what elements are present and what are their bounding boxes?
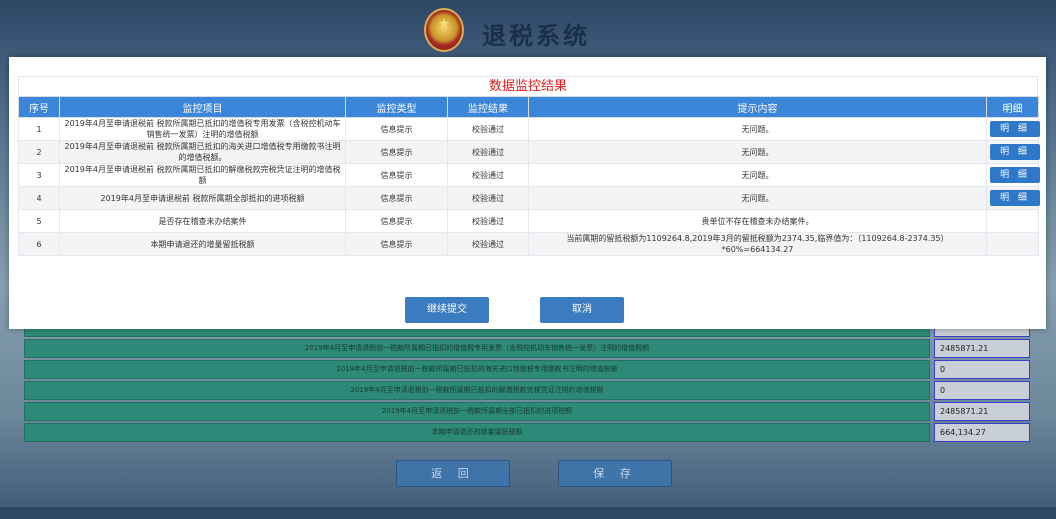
continue-submit-button[interactable]: 继续提交 (405, 297, 489, 323)
table-row: 4 2019年4月至申请退税前 税款所属期全部抵扣的进项税额 信息提示 校验通过… (18, 186, 1040, 210)
row-type: 信息提示 (345, 232, 448, 256)
row-detail-cell: 明 细 (986, 186, 1040, 210)
col-header-type: 监控类型 (345, 96, 448, 118)
row-item: 2019年4月至申请退税前 税款所属期全部抵扣的进项税额 (59, 186, 346, 210)
row-tip: 无问题。 (528, 186, 987, 210)
row-tip: 贵单位不存在稽查未办结案件。 (528, 209, 987, 233)
table-row: 2 2019年4月至申请退税前 税款所属期已抵扣的海关进口增值税专用缴款书注明的… (18, 140, 1040, 164)
row-label: 2019年4月至申请退税前一税款所属期已抵扣的解缴税款完税凭证注明的增值税额 (24, 381, 930, 400)
national-emblem-icon: ★ (424, 8, 464, 52)
monitor-result-dialog: 数据监控结果 序号 监控项目 监控类型 监控结果 提示内容 明细 1 2019年… (9, 57, 1046, 329)
row-item: 2019年4月至申请退税前 税款所属期已抵扣的增值税专用发票（含税控机动车销售统… (59, 117, 346, 141)
col-header-no: 序号 (18, 96, 60, 118)
value-field[interactable]: 2485871.21 (934, 402, 1030, 421)
row-detail-cell: 明 细 (986, 163, 1040, 187)
table-row: 2019年4月至申请退税前一税款所属期已抵扣的解缴税款完税凭证注明的增值税额 0 (24, 381, 1030, 400)
row-detail-cell (986, 209, 1039, 233)
row-no: 6 (18, 232, 60, 256)
row-item: 2019年4月至申请退税前 税款所属期已抵扣的解缴税款完税凭证注明的增值税额 (59, 163, 346, 187)
table-row: 6 本期申请退还的增量留抵税额 信息提示 校验通过 当前属期的留抵税额为1109… (18, 232, 1039, 256)
row-tip: 无问题。 (528, 163, 987, 187)
row-item: 2019年4月至申请退税前 税款所属期已抵扣的海关进口增值税专用缴款书注明的增值… (59, 140, 346, 164)
row-detail-cell (986, 232, 1039, 256)
table-row: 3 2019年4月至申请退税前 税款所属期已抵扣的解缴税款完税凭证注明的增值税额… (18, 163, 1040, 187)
col-header-tip: 提示内容 (528, 96, 987, 118)
row-item: 是否存在稽查未办结案件 (59, 209, 346, 233)
page-header: ★ 退税系统 (0, 0, 1056, 60)
row-label: 2019年4月至申请退税前一税款所属期全部已抵扣的进项税额 (24, 402, 930, 421)
app-title: 退税系统 (482, 21, 590, 50)
save-button[interactable]: 保 存 (558, 460, 672, 487)
row-result: 校验通过 (447, 232, 529, 256)
col-header-result: 监控结果 (447, 96, 529, 118)
table-row: 2019年4月至申请退税前一税款所属期已抵扣的增值税专用发票（含税控机动车销售统… (24, 339, 1030, 358)
row-no: 2 (18, 140, 60, 164)
value-field[interactable]: 2485871.21 (934, 339, 1030, 358)
row-no: 4 (18, 186, 60, 210)
col-header-item: 监控项目 (59, 96, 346, 118)
row-label: 2019年4月至申请退税前一税款所属期已抵扣的海关进口增值税专用缴款书注明的增值… (24, 360, 930, 379)
row-tip: 无问题。 (528, 140, 987, 164)
row-label: 本期申请退还的增量留抵税额 (24, 423, 930, 442)
detail-button[interactable]: 明 细 (990, 167, 1040, 183)
row-result: 校验通过 (447, 163, 529, 187)
row-tip: 当前属期的留抵税额为1109264.8,2019年3月的留抵税额为2374.35… (528, 232, 987, 256)
row-result: 校验通过 (447, 209, 529, 233)
row-type: 信息提示 (345, 140, 448, 164)
table-row: 1 2019年4月至申请退税前 税款所属期已抵扣的增值税专用发票（含税控机动车销… (18, 117, 1040, 141)
row-tip: 无问题。 (528, 117, 987, 141)
detail-button[interactable]: 明 细 (990, 144, 1040, 160)
value-field[interactable]: 0 (934, 360, 1030, 379)
row-detail-cell: 明 细 (986, 117, 1040, 141)
value-field[interactable]: 0 (934, 381, 1030, 400)
table-row: 5 是否存在稽查未办结案件 信息提示 校验通过 贵单位不存在稽查未办结案件。 (18, 209, 1039, 233)
row-label: 2019年4月至申请退税前一税款所属期已抵扣的增值税专用发票（含税控机动车销售统… (24, 339, 930, 358)
table-header-row: 序号 监控项目 监控类型 监控结果 提示内容 明细 (18, 96, 1039, 118)
back-button[interactable]: 返 回 (396, 460, 510, 487)
dialog-title: 数据监控结果 (18, 76, 1038, 96)
monitor-result-table: 序号 监控项目 监控类型 监控结果 提示内容 明细 1 2019年4月至申请退税… (18, 96, 1040, 256)
row-no: 1 (18, 117, 60, 141)
table-row: 本期申请退还的增量留抵税额 664,134.27 (24, 423, 1030, 442)
row-no: 3 (18, 163, 60, 187)
col-header-detail: 明细 (986, 96, 1039, 118)
row-no: 5 (18, 209, 60, 233)
row-type: 信息提示 (345, 186, 448, 210)
row-type: 信息提示 (345, 163, 448, 187)
table-row: 2019年4月至申请退税前一税款所属期已抵扣的海关进口增值税专用缴款书注明的增值… (24, 360, 1030, 379)
row-type: 信息提示 (345, 117, 448, 141)
row-result: 校验通过 (447, 140, 529, 164)
row-item: 本期申请退还的增量留抵税额 (59, 232, 346, 256)
cancel-button[interactable]: 取消 (540, 297, 624, 323)
row-type: 信息提示 (345, 209, 448, 233)
row-detail-cell: 明 细 (986, 140, 1040, 164)
detail-button[interactable]: 明 细 (990, 121, 1040, 137)
background-form-table: 2019年4月至申请退税前一税款所属期已抵扣的增值税专用发票（含税控机动车销售统… (24, 318, 1030, 444)
value-field[interactable]: 664,134.27 (934, 423, 1030, 442)
row-result: 校验通过 (447, 117, 529, 141)
row-result: 校验通过 (447, 186, 529, 210)
footer-strip (0, 507, 1056, 519)
detail-button[interactable]: 明 细 (990, 190, 1040, 206)
table-row: 2019年4月至申请退税前一税款所属期全部已抵扣的进项税额 2485871.21 (24, 402, 1030, 421)
